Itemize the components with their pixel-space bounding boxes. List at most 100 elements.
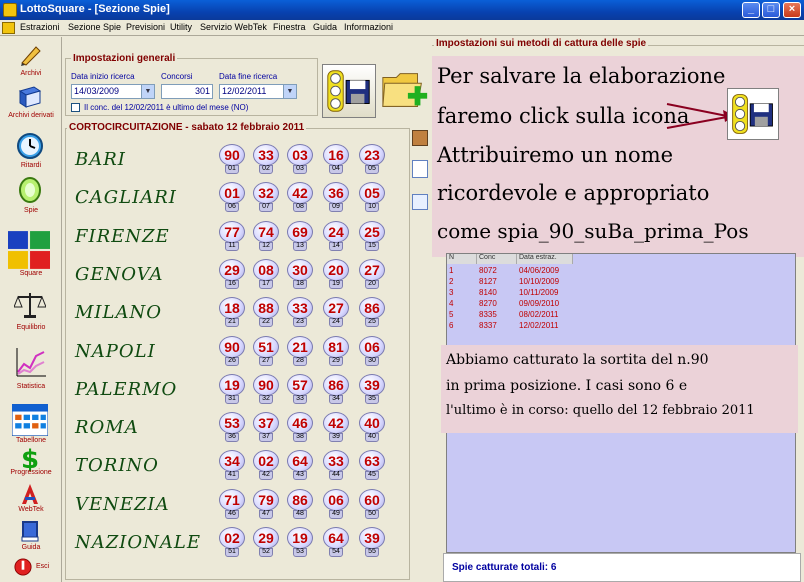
number-bulb[interactable]: 51 27 bbox=[253, 335, 279, 366]
number-bulb[interactable]: 74 12 bbox=[253, 220, 279, 251]
tool-statistica[interactable]: Statistica bbox=[0, 345, 62, 390]
number-bulb[interactable]: 20 19 bbox=[323, 258, 349, 289]
number-bulb[interactable]: 23 05 bbox=[359, 144, 385, 174]
end-date-combo[interactable]: 12/02/2011 ▼ bbox=[219, 84, 297, 99]
tool-ritardi[interactable]: Ritardi bbox=[0, 130, 62, 170]
number-bulb[interactable]: 90 32 bbox=[253, 373, 279, 404]
edit-pencil-icon[interactable] bbox=[412, 194, 428, 210]
number-bulb[interactable]: 24 14 bbox=[323, 220, 349, 251]
number-bulb[interactable]: 37 37 bbox=[253, 412, 279, 443]
number-bulb[interactable]: 33 23 bbox=[287, 297, 313, 328]
number-bulb[interactable]: 90 01 bbox=[219, 144, 245, 174]
number-bulb[interactable]: 05 10 bbox=[359, 182, 385, 213]
number-bulb[interactable]: 27 20 bbox=[359, 258, 385, 289]
tool-tabellone[interactable]: Tabellone bbox=[0, 402, 62, 444]
menu-informazioni[interactable]: Informazioni bbox=[344, 22, 393, 32]
number-bulb[interactable]: 29 16 bbox=[219, 258, 245, 289]
tool-webtek[interactable]: WebTek bbox=[0, 480, 62, 520]
number-bulb[interactable]: 46 38 bbox=[287, 412, 313, 443]
number-bulb[interactable]: 63 45 bbox=[359, 450, 385, 481]
number-bulb[interactable]: 42 39 bbox=[323, 412, 349, 443]
number-bulb[interactable]: 06 30 bbox=[359, 335, 385, 366]
table-row[interactable]: 2 8127 10/10/2009 bbox=[447, 277, 573, 288]
chevron-down-icon[interactable]: ▼ bbox=[283, 85, 296, 98]
draws-field[interactable]: 301 bbox=[161, 84, 213, 99]
number-bulb[interactable]: 02 42 bbox=[253, 450, 279, 481]
table-row[interactable]: 4 8270 09/09/2010 bbox=[447, 299, 573, 310]
number-bulb[interactable]: 16 04 bbox=[323, 144, 349, 174]
table-row[interactable]: 5 8335 08/02/2011 bbox=[447, 310, 573, 321]
last-of-month-checkbox[interactable] bbox=[71, 103, 80, 112]
number-bulb[interactable]: 69 13 bbox=[287, 220, 313, 251]
menu-guida[interactable]: Guida bbox=[313, 22, 337, 32]
number-bulb[interactable]: 42 08 bbox=[287, 182, 313, 213]
maximize-button[interactable]: □ bbox=[762, 2, 780, 18]
number-bulb[interactable]: 40 40 bbox=[359, 412, 385, 443]
tool-square[interactable]: Square bbox=[0, 229, 62, 277]
number-bulb[interactable]: 86 25 bbox=[359, 297, 385, 328]
number-bulb[interactable]: 86 34 bbox=[323, 373, 349, 404]
tool-guida[interactable]: Guida bbox=[0, 517, 62, 557]
close-button[interactable]: × bbox=[783, 2, 801, 18]
number-bulb[interactable]: 32 07 bbox=[253, 182, 279, 213]
number-bulb[interactable]: 02 51 bbox=[219, 527, 245, 557]
number-bulb[interactable]: 64 54 bbox=[323, 527, 349, 557]
menu-servizio-webtek[interactable]: Servizio WebTek bbox=[200, 22, 267, 32]
start-date-combo[interactable]: 14/03/2009 ▼ bbox=[71, 84, 155, 99]
number-bulb[interactable]: 33 44 bbox=[323, 450, 349, 481]
menu-previsioni[interactable]: Previsioni bbox=[126, 22, 165, 32]
number-bulb[interactable]: 36 09 bbox=[323, 182, 349, 213]
number-bulb[interactable]: 86 48 bbox=[287, 488, 313, 519]
tool-archivi-derivati[interactable]: Archivi derivati bbox=[0, 83, 62, 123]
number-bulb[interactable]: 29 52 bbox=[253, 527, 279, 557]
number-bulb[interactable]: 77 11 bbox=[219, 220, 245, 251]
tool-progressione[interactable]: $ Progressione bbox=[0, 443, 62, 483]
number-bulb[interactable]: 60 50 bbox=[359, 488, 385, 519]
minimize-button[interactable]: _ bbox=[742, 2, 760, 18]
number-bulb[interactable]: 64 43 bbox=[287, 450, 313, 481]
tool-equilibrio[interactable]: Equilibrio bbox=[0, 288, 62, 331]
menu-finestra[interactable]: Finestra bbox=[273, 22, 306, 32]
title-bar[interactable]: LottoSquare - [Sezione Spie] _ □ × bbox=[0, 0, 804, 20]
document-icon[interactable] bbox=[2, 22, 15, 34]
number-bulb[interactable]: 79 47 bbox=[253, 488, 279, 519]
number-bulb[interactable]: 19 31 bbox=[219, 373, 245, 404]
number-bulb[interactable]: 33 02 bbox=[253, 144, 279, 174]
number-bulb[interactable]: 18 21 bbox=[219, 297, 245, 328]
chevron-down-icon[interactable]: ▼ bbox=[141, 85, 154, 98]
number-bulb[interactable]: 39 35 bbox=[359, 373, 385, 404]
column-header[interactable]: Conc bbox=[477, 254, 517, 264]
column-header[interactable]: N bbox=[447, 254, 477, 264]
number-bulb[interactable]: 71 46 bbox=[219, 488, 245, 519]
number-bulb[interactable]: 19 53 bbox=[287, 527, 313, 557]
sound-wave-icon[interactable] bbox=[412, 130, 428, 146]
menu-sezione-spie[interactable]: Sezione Spie bbox=[68, 22, 121, 32]
table-row[interactable]: 6 8337 12/02/2011 bbox=[447, 321, 573, 332]
save-spy-button[interactable] bbox=[322, 64, 376, 118]
column-header[interactable]: Data estraz. bbox=[517, 254, 573, 264]
number-bulb[interactable]: 21 28 bbox=[287, 335, 313, 366]
tool-archivi[interactable]: Archivi bbox=[0, 41, 62, 81]
tool-spie[interactable]: Spie bbox=[0, 174, 62, 214]
number-bulb[interactable]: 34 41 bbox=[219, 450, 245, 481]
number-bulb[interactable]: 01 06 bbox=[219, 182, 245, 213]
number-bulb[interactable]: 88 22 bbox=[253, 297, 279, 328]
number-bulb[interactable]: 27 24 bbox=[323, 297, 349, 328]
number-bulb[interactable]: 25 15 bbox=[359, 220, 385, 251]
document-icon[interactable] bbox=[412, 160, 428, 178]
menu-utility[interactable]: Utility bbox=[170, 22, 192, 32]
number-bulb[interactable]: 06 49 bbox=[323, 488, 349, 519]
table-row[interactable]: 3 8140 10/11/2009 bbox=[447, 288, 573, 299]
number-bulb[interactable]: 53 36 bbox=[219, 412, 245, 443]
table-row[interactable]: 1 8072 04/06/2009 bbox=[447, 266, 573, 277]
number-bulb[interactable]: 03 03 bbox=[287, 144, 313, 174]
number-bulb[interactable]: 30 18 bbox=[287, 258, 313, 289]
number-bulb[interactable]: 39 55 bbox=[359, 527, 385, 557]
number-bulb[interactable]: 57 33 bbox=[287, 373, 313, 404]
tool-esci[interactable]: Esci bbox=[0, 556, 62, 582]
number-bulb[interactable]: 81 29 bbox=[323, 335, 349, 366]
number-bulb[interactable]: 08 17 bbox=[253, 258, 279, 289]
number-bulb[interactable]: 90 26 bbox=[219, 335, 245, 366]
open-folder-button[interactable] bbox=[379, 64, 431, 118]
menu-estrazioni[interactable]: Estrazioni bbox=[20, 22, 60, 32]
